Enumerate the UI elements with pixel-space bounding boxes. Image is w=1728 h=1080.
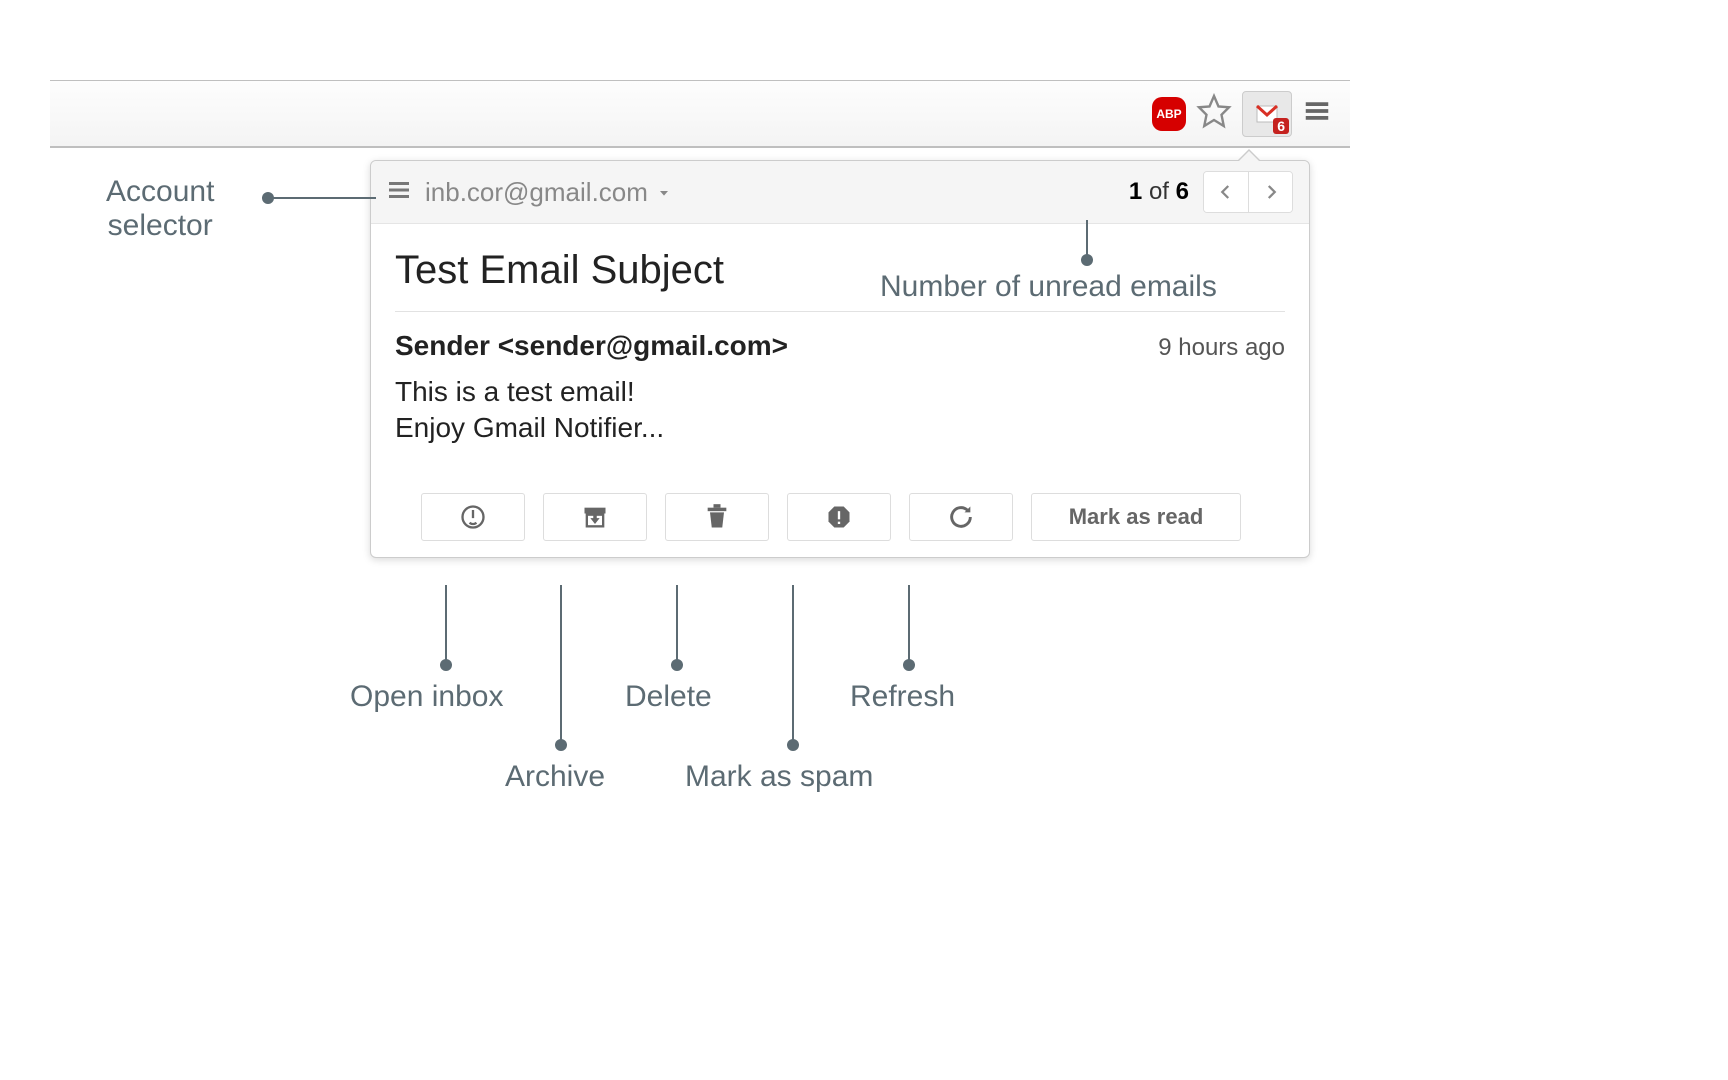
pager-total: 6 xyxy=(1176,178,1189,205)
annotation-dot xyxy=(440,659,452,671)
archive-button[interactable] xyxy=(543,493,647,541)
annotation-delete: Delete xyxy=(625,680,712,714)
annotation-dot xyxy=(903,659,915,671)
pager-buttons xyxy=(1203,171,1293,213)
gmail-notifier-popup: inb.cor@gmail.com 1 of 6 Test Email Subj… xyxy=(370,160,1310,558)
gmail-unread-badge: 6 xyxy=(1273,118,1289,134)
annotation-connector xyxy=(792,585,794,745)
open-inbox-button[interactable] xyxy=(421,493,525,541)
account-selector[interactable]: inb.cor@gmail.com xyxy=(425,177,672,208)
mark-spam-button[interactable] xyxy=(787,493,891,541)
account-email: inb.cor@gmail.com xyxy=(425,177,648,208)
email-time: 9 hours ago xyxy=(1158,334,1285,362)
mark-read-label: Mark as read xyxy=(1069,504,1204,529)
annotation-archive: Archive xyxy=(505,760,605,794)
delete-button[interactable] xyxy=(665,493,769,541)
gmail-extension-icon[interactable]: 6 xyxy=(1242,91,1292,137)
action-bar: Mark as read xyxy=(371,483,1309,557)
mark-read-button[interactable]: Mark as read xyxy=(1031,493,1241,541)
annotation-dot xyxy=(1081,254,1093,266)
email-sender: Sender <sender@gmail.com> xyxy=(395,330,788,362)
annotation-connector xyxy=(908,585,910,665)
pager-next-button[interactable] xyxy=(1248,172,1292,212)
chrome-menu-icon[interactable] xyxy=(1302,96,1332,131)
annotation-account-selector: Account selector xyxy=(106,175,214,243)
bookmark-star-icon[interactable] xyxy=(1196,93,1232,134)
annotation-open-inbox: Open inbox xyxy=(350,680,503,714)
annotation-dot xyxy=(555,739,567,751)
pager-of: of xyxy=(1149,178,1169,205)
popup-header: inb.cor@gmail.com 1 of 6 xyxy=(371,161,1309,224)
pager-current: 1 xyxy=(1129,178,1142,205)
refresh-button[interactable] xyxy=(909,493,1013,541)
annotation-connector xyxy=(560,585,562,745)
annotation-connector xyxy=(268,197,376,199)
browser-toolbar: ABP 6 xyxy=(50,80,1350,148)
annotation-dot xyxy=(787,739,799,751)
annotation-refresh: Refresh xyxy=(850,680,955,714)
adblock-label: ABP xyxy=(1156,107,1181,121)
annotation-spam: Mark as spam xyxy=(685,760,873,794)
adblock-icon[interactable]: ABP xyxy=(1152,97,1186,131)
pager-info: 1 of 6 xyxy=(1129,178,1189,206)
hamburger-icon[interactable] xyxy=(387,178,411,207)
email-body: This is a test email! Enjoy Gmail Notifi… xyxy=(395,374,1285,475)
pager-prev-button[interactable] xyxy=(1204,172,1248,212)
annotation-connector xyxy=(445,585,447,665)
annotation-unread: Number of unread emails xyxy=(880,270,1217,304)
chevron-down-icon xyxy=(656,177,672,208)
annotation-dot xyxy=(671,659,683,671)
annotation-connector xyxy=(676,585,678,665)
